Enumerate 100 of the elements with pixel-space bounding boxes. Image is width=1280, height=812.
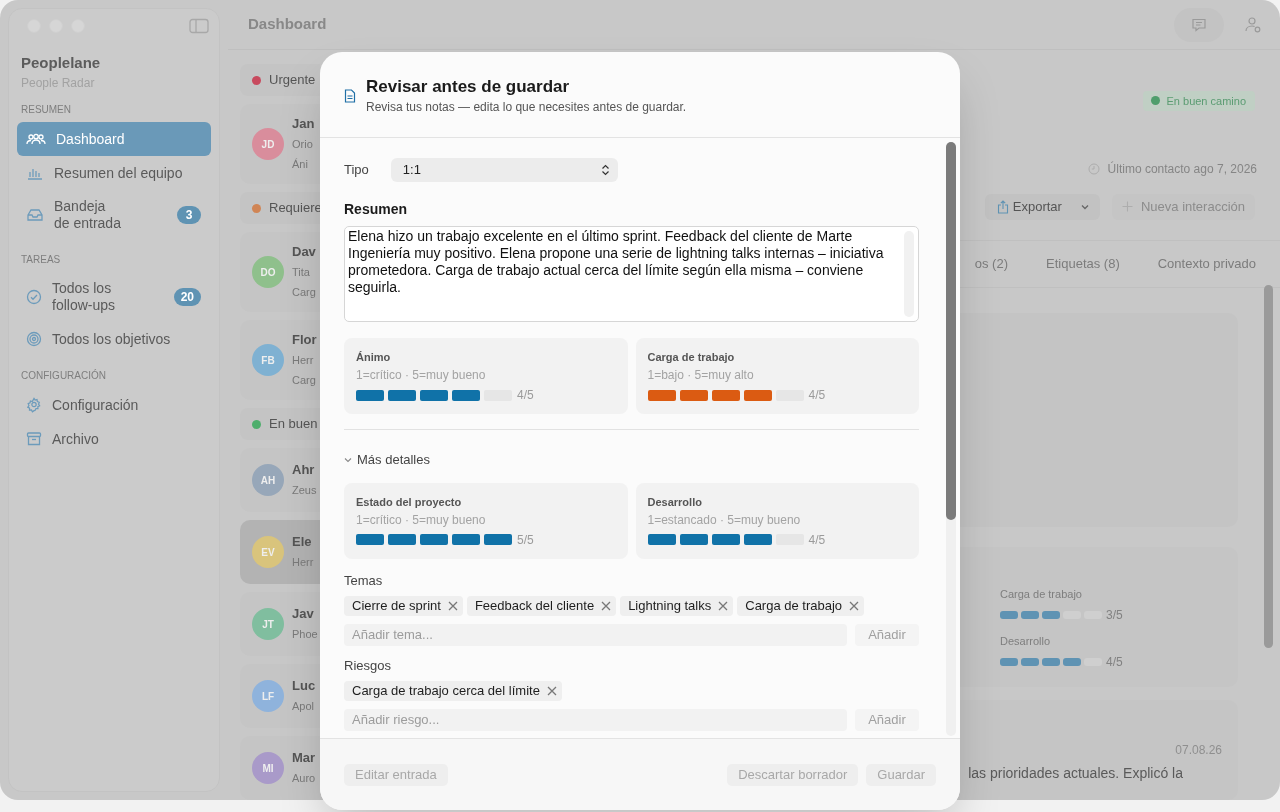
section-heading: TAREAS (20, 253, 62, 267)
scroll-thumb[interactable] (1264, 285, 1273, 648)
text-field[interactable]: Añadir riesgo... (344, 708, 847, 731)
archive-icon (26, 431, 42, 447)
person-detail: Apol (292, 699, 316, 714)
rating-scale: 1=crítico · 5=muy bueno (356, 511, 487, 528)
avatar: AH (252, 464, 284, 496)
person-name: Flor (292, 331, 317, 349)
remove-icon[interactable] (717, 599, 730, 612)
person-name: Dav (292, 243, 316, 261)
target-icon (26, 331, 42, 347)
section-title: Temas (344, 572, 384, 589)
scroll-thumb[interactable] (946, 142, 956, 520)
avatar: MI (252, 752, 284, 784)
rating-scale: 1=estancado · 5=muy bueno (647, 511, 802, 528)
rating-label: Ánimo (356, 350, 392, 365)
settings-icon (26, 397, 42, 413)
person-name: Luc (292, 677, 316, 695)
sidebar-item[interactable]: Bandeja de entrada 3 (17, 190, 211, 240)
rating-value: 3/5 (1106, 607, 1123, 625)
plus-icon (1121, 201, 1133, 213)
section-heading: CONFIGURACIÓN (20, 369, 107, 383)
remove-icon[interactable] (600, 599, 613, 612)
sidebar-item[interactable]: Todos los follow-ups 20 (17, 272, 211, 322)
disclosure-toggle[interactable]: Más detalles (344, 450, 430, 470)
tag-label: Carga de trabajo cerca del límite (352, 681, 540, 700)
type-select[interactable]: 1:1 (390, 158, 618, 182)
rating-segment (1063, 658, 1081, 667)
group-header[interactable]: Urgente (240, 64, 320, 96)
sidebar-item[interactable]: Todos los objetivos (17, 322, 211, 356)
dialog-title: Revisar antes de guardar (366, 76, 571, 98)
group-header[interactable]: En buen (240, 408, 320, 440)
person-name: Mar (292, 749, 316, 767)
tab[interactable]: Etiquetas (8) (1046, 254, 1120, 274)
check-circle-icon (26, 289, 42, 305)
person-card[interactable]: EV Ele Herr (240, 520, 320, 584)
person-detail: Carg (292, 373, 317, 388)
group-label: En buen (269, 415, 318, 434)
rating-label: Carga de trabajo (647, 350, 736, 365)
tab[interactable]: os (2) (974, 254, 1008, 274)
rating-label: Estado del proyecto (356, 494, 463, 510)
count-badge: 3 (177, 206, 201, 224)
person-detail: Auro (292, 771, 316, 786)
window-title: Dashboard (248, 14, 327, 35)
sidebar-item[interactable]: Configuración (17, 388, 211, 422)
sidebar-item[interactable]: Dashboard (17, 122, 211, 156)
rating-segment (1021, 611, 1039, 620)
person-detail: Herr (292, 353, 315, 368)
user-settings-icon[interactable] (1244, 15, 1262, 34)
tag-label: Cierre de sprint (352, 596, 441, 615)
tag-label: Lightning talks (628, 596, 712, 615)
rating-scale: 1=crítico · 5=muy bueno (356, 367, 487, 383)
status-label: En buen camino (1166, 93, 1246, 109)
inbox-icon (26, 207, 44, 223)
remove-icon[interactable] (446, 599, 459, 612)
rating-segment (1000, 658, 1018, 667)
avatar: DO (252, 256, 284, 288)
rating-segment (1042, 611, 1060, 620)
avatar: EV (252, 536, 284, 568)
remove-icon[interactable] (848, 599, 861, 612)
tag-label: Carga de trabajo (745, 596, 843, 615)
rating-value: 4/5 (808, 387, 826, 404)
chevron-down-icon (1079, 202, 1090, 211)
dialog-subtitle: Revisa tus notas — edita lo que necesites antes de guardar. (366, 99, 687, 115)
rating-label: Desarrollo (1000, 634, 1051, 649)
group-label: Urgente (269, 71, 316, 90)
chat-button[interactable] (1174, 7, 1224, 42)
sidebar-toggle-icon[interactable] (189, 18, 209, 34)
document-icon (344, 89, 356, 103)
person-detail: Phoe (292, 627, 318, 642)
avatar: LF (252, 680, 284, 712)
person-detail: Zeus (292, 483, 317, 498)
person-detail: Áni (292, 157, 309, 172)
rating-value: 4/5 (517, 387, 534, 404)
rating-scale: 1=bajo · 5=muy alto (647, 367, 755, 383)
chevron-icon (344, 455, 352, 464)
remove-icon[interactable] (545, 684, 558, 697)
tab[interactable]: Contexto privado (1157, 254, 1256, 274)
rating-label: Carga de trabajo (1000, 587, 1082, 602)
chat-icon (1191, 16, 1207, 33)
section-heading: RESUMEN (20, 103, 72, 117)
sidebar-item[interactable]: Resumen del equipo (17, 156, 211, 190)
export-button[interactable]: Exportar (984, 193, 1100, 220)
rating-segment (1042, 658, 1060, 667)
field-label: Tipo (344, 161, 369, 180)
text-field[interactable]: Añadir tema... (344, 623, 847, 646)
rating-value: 4/5 (808, 531, 826, 549)
summary-textarea[interactable]: Elena hizo un trabajo excelente en el último sprint. Feedback del cliente de Marte Ingeniería muy positivo. Elena propone una serie de lightning talks internas – iniciativa prometedora. Carga de trabajo actual cerca del límite según ella misma – conviene seguirla. (345, 227, 918, 321)
app-name: Peoplelane (20, 53, 102, 73)
last-contact-text: Último contacto ago 7, 2026 (1107, 160, 1257, 178)
count-badge: 20 (173, 288, 201, 306)
rating-label: Desarrollo (647, 494, 703, 510)
person-name: Ahr (292, 461, 316, 479)
person-name: Jan (292, 115, 315, 133)
person-name: Jav (292, 605, 315, 623)
up-down-chevron-icon (600, 164, 610, 176)
person-detail: Herr (292, 555, 314, 570)
avatar: JD (252, 128, 284, 160)
person-name: Ele (292, 533, 313, 551)
sidebar-item[interactable]: Archivo (17, 422, 211, 456)
